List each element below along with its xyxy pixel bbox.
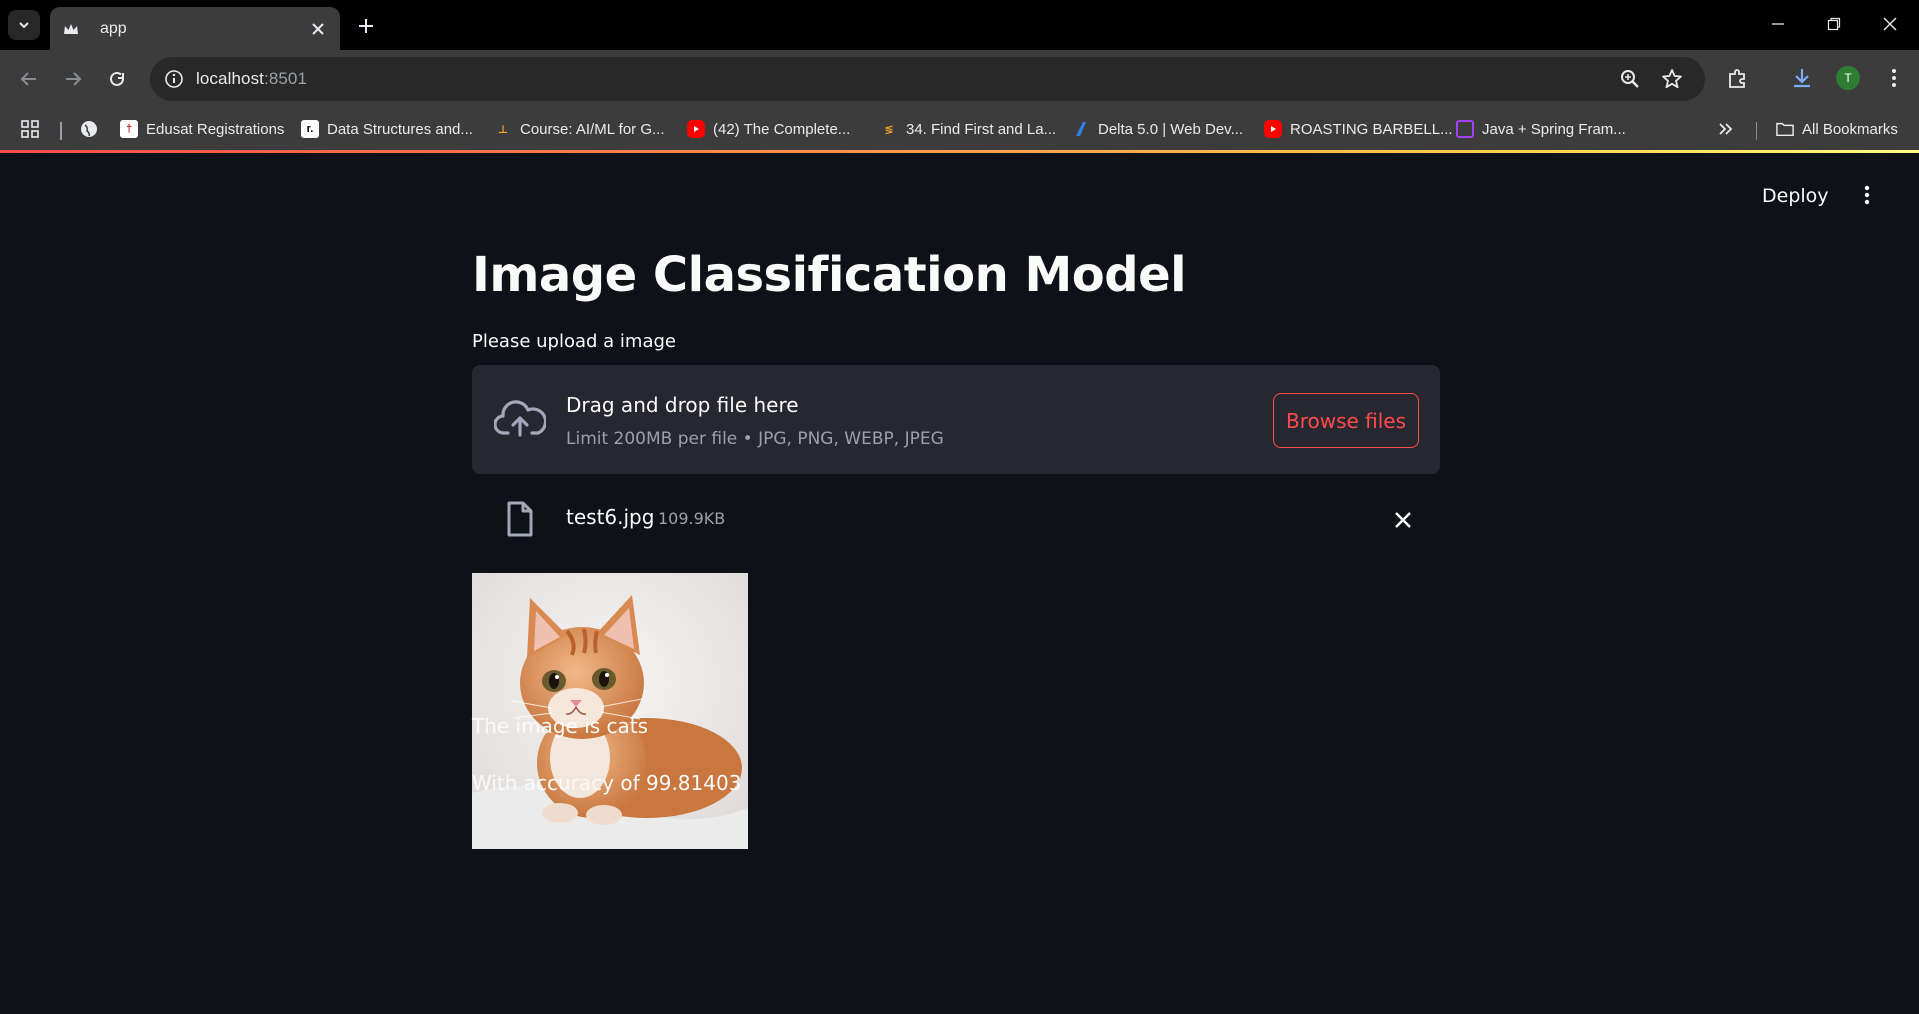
bookmark-item[interactable]: † Edusat Registrations (120, 116, 284, 142)
bookmark-star-icon[interactable] (1660, 67, 1684, 91)
bookmark-item[interactable]: (42) The Complete... (687, 116, 850, 142)
site-info-icon[interactable] (160, 65, 188, 93)
url-port: :8501 (264, 69, 308, 88)
file-icon (504, 501, 536, 537)
cloud-upload-icon (494, 397, 546, 439)
bookmark-item[interactable]: r. Data Structures and... (301, 116, 473, 142)
forward-icon[interactable] (58, 64, 88, 94)
bookmark-divider (60, 122, 62, 140)
streamlit-app: Deploy Image Classification Model Please… (0, 153, 1919, 1014)
tab-search-button[interactable] (8, 10, 40, 40)
bookmark-label: Delta 5.0 | Web Dev... (1098, 120, 1244, 138)
prediction-text: The image is cats (472, 714, 649, 738)
globe-icon[interactable] (79, 116, 99, 142)
edusat-icon: † (120, 120, 138, 138)
bookmark-site-icon (1072, 120, 1090, 138)
file-dropzone[interactable]: Drag and drop file here Limit 200MB per … (472, 365, 1440, 474)
dropzone-title: Drag and drop file here (566, 393, 799, 417)
deploy-button[interactable]: Deploy (1762, 185, 1829, 207)
tab-title: app (100, 19, 127, 37)
upload-label: Please upload a image (472, 331, 676, 352)
zoom-icon[interactable] (1618, 67, 1642, 91)
youtube-icon (1264, 120, 1282, 138)
bookmark-label: Data Structures and... (327, 120, 473, 138)
bookmark-label: Java + Spring Fram... (1482, 120, 1626, 138)
remove-file-icon[interactable] (1392, 509, 1414, 531)
bookmark-label: Edusat Registrations (146, 120, 285, 138)
bookmark-label: Course: AI/ML for G... (520, 120, 665, 138)
browser-menu-icon[interactable] (1880, 64, 1908, 92)
url-host: localhost (196, 69, 264, 88)
bookmark-item[interactable]: Java + Spring Fram... (1456, 116, 1626, 142)
new-tab-icon[interactable] (353, 13, 379, 39)
uploaded-file-row: test6.jpg 109.9KB (472, 495, 1440, 555)
all-bookmarks-label: All Bookmarks (1802, 120, 1898, 138)
close-window-icon[interactable] (1870, 8, 1910, 40)
bookmarks-bar: † Edusat Registrations r. Data Structure… (0, 108, 1919, 150)
browser-tab[interactable]: app (50, 7, 340, 50)
address-bar[interactable]: localhost:8501 (150, 57, 1705, 101)
accuracy-text: With accuracy of 99.81403 (472, 771, 742, 795)
app-menu-icon[interactable] (1856, 181, 1878, 209)
minimize-icon[interactable] (1758, 8, 1798, 40)
bookmark-label: (42) The Complete... (713, 120, 851, 138)
bookmark-label: 34. Find First and La... (906, 120, 1057, 138)
tab-strip: app (0, 0, 1919, 50)
file-size: 109.9KB (658, 509, 726, 528)
file-name: test6.jpg (566, 505, 655, 529)
bookmark-divider (1756, 122, 1757, 140)
apps-grid-icon[interactable] (20, 116, 40, 142)
restore-icon[interactable] (1814, 8, 1854, 40)
streamlit-crown-icon (62, 20, 80, 38)
bookmark-item[interactable]: ROASTING BARBELL... (1264, 116, 1453, 142)
bookmark-item[interactable]: Delta 5.0 | Web Dev... (1072, 116, 1243, 142)
uploaded-cat-image (472, 573, 748, 849)
bookmark-item[interactable]: ≶ 34. Find First and La... (880, 116, 1056, 142)
close-tab-icon[interactable] (308, 19, 328, 39)
bookmark-site-icon: ≶ (884, 123, 894, 136)
url-text[interactable]: localhost:8501 (196, 69, 307, 89)
back-icon[interactable] (14, 64, 44, 94)
folder-icon (1776, 120, 1794, 138)
page-title: Image Classification Model (472, 247, 1187, 303)
extensions-icon[interactable] (1724, 64, 1752, 92)
browse-files-button[interactable]: Browse files (1273, 393, 1419, 448)
profile-avatar[interactable]: T (1836, 66, 1860, 90)
youtube-icon (687, 120, 705, 138)
chevron-down-icon (19, 22, 29, 29)
all-bookmarks-button[interactable]: All Bookmarks (1776, 116, 1898, 142)
bookmark-site-icon (1456, 120, 1474, 138)
bookmark-item[interactable]: ⊥ Course: AI/ML for G... (494, 116, 665, 142)
bookmark-site-icon: ⊥ (497, 123, 509, 136)
bookmark-site-icon: r. (301, 120, 319, 138)
browser-toolbar: localhost:8501 (0, 50, 1919, 108)
more-bookmarks-icon[interactable] (1718, 116, 1734, 142)
dropzone-limit: Limit 200MB per file • JPG, PNG, WEBP, J… (566, 429, 944, 449)
download-icon[interactable] (1788, 64, 1816, 92)
reload-icon[interactable] (102, 64, 132, 94)
bookmark-label: ROASTING BARBELL... (1290, 120, 1453, 138)
